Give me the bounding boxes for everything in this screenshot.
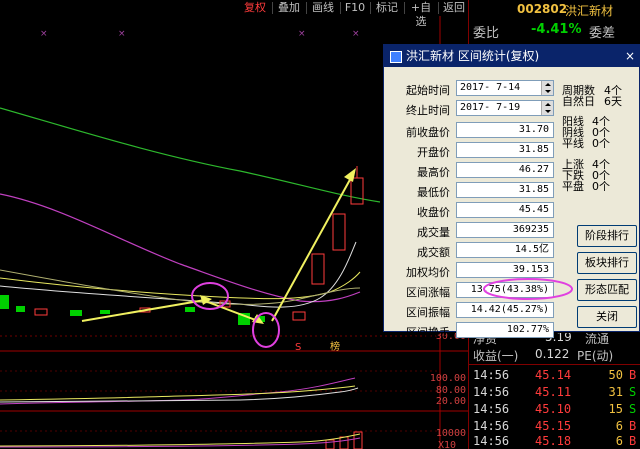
change-label: 区间涨幅 (406, 286, 450, 299)
event-marker: × (298, 29, 306, 39)
shou-yi-value: 0.122 (535, 347, 570, 361)
sector-rank-button[interactable]: 板块排行 (577, 252, 637, 274)
event-marker: × (352, 29, 360, 39)
amount-value: 14.5亿 (456, 242, 554, 258)
axis-scale-label: X10 (438, 440, 457, 449)
candle (34, 308, 48, 316)
candle (350, 177, 364, 205)
end-time-label: 终止时间 (406, 104, 450, 117)
dialog-title: 洪汇新材 区间统计(复权) (406, 49, 540, 63)
amplitude-label: 区间振幅 (406, 306, 450, 319)
draw-line-button[interactable]: 画线 (308, 1, 338, 15)
turnover-label: 区间换手 (406, 326, 450, 339)
turnover-value: 102.77% (456, 322, 554, 338)
trade-row: 14:56 45.18 6 B (473, 434, 637, 448)
prev-close-label: 前收盘价 (406, 126, 450, 139)
candle (0, 295, 9, 309)
candle (311, 253, 325, 285)
pattern-match-button[interactable]: 形态匹配 (577, 279, 637, 301)
candle (16, 306, 25, 312)
stock-name: 洪汇新材 (565, 4, 614, 18)
amount-label: 成交额 (417, 246, 450, 259)
sell-mark: S (295, 342, 301, 353)
flat-line-value: 0个 (592, 137, 610, 150)
candle (292, 311, 306, 321)
f10-button[interactable]: F10 (342, 1, 368, 15)
wei-bi-value: -4.41% (531, 22, 582, 37)
mark-button[interactable]: 标记 (372, 1, 402, 15)
flat-label: 平盘 (562, 180, 584, 193)
indicator-line-yellow (0, 385, 356, 401)
prev-close-value: 31.70 (456, 122, 554, 138)
end-time-input[interactable]: 2017- 7-19 (456, 100, 554, 116)
natural-days-label: 自然日 (562, 95, 595, 108)
close-icon[interactable]: × (625, 45, 635, 67)
liu-tong-label: 流通 (585, 332, 610, 346)
high-value: 46.27 (456, 162, 554, 178)
close-label: 收盘价 (417, 206, 450, 219)
ma-line-yellow (0, 271, 361, 300)
ma-line-purple (0, 193, 361, 303)
amplitude-value: 14.42(45.27%) (456, 302, 554, 318)
axis-vol-label: 10000 (435, 428, 466, 439)
volume-bar (339, 436, 349, 449)
wei-bi-label: 委比 (473, 26, 500, 41)
spin-up-icon[interactable] (541, 81, 553, 95)
close-value: 45.45 (456, 202, 554, 218)
chart-toolbar: 复权 叠加 画线 F10 标记 +自选 返回 (0, 0, 470, 28)
ma-line-olive (0, 269, 361, 305)
candle (70, 310, 82, 316)
rank-mark: 榜 (330, 340, 340, 353)
natural-days-value: 6天 (604, 95, 622, 108)
pe-label: PE(动) (577, 349, 614, 363)
overlay-button[interactable]: 叠加 (274, 1, 304, 15)
shou-yi-label: 收益(一) (473, 349, 519, 363)
axis-vol-label: 80.00 (435, 385, 466, 396)
flat-line-label: 平线 (562, 137, 584, 150)
close-button[interactable]: 关闭 (577, 306, 637, 328)
start-time-label: 起始时间 (406, 84, 450, 97)
event-marker: × (118, 29, 126, 39)
candle (185, 307, 195, 312)
open-label: 开盘价 (417, 146, 450, 159)
stock-code: 002802 (517, 2, 568, 16)
app-icon (390, 50, 402, 63)
open-value: 31.85 (456, 142, 554, 158)
axis-vol-label: 100.00 (429, 373, 466, 384)
spin-down-icon[interactable] (541, 101, 553, 115)
low-label: 最低价 (417, 186, 450, 199)
interval-stats-dialog: 洪汇新材 区间统计(复权) × 起始时间 2017- 7-14 终止时间 201… (383, 44, 640, 339)
magenta-circle-annotation (483, 278, 573, 300)
dialog-title-bar[interactable]: 洪汇新材 区间统计(复权) × (384, 45, 639, 67)
stage-rank-button[interactable]: 阶段排行 (577, 225, 637, 247)
back-button[interactable]: 返回 (440, 1, 468, 15)
low-value: 31.85 (456, 182, 554, 198)
vwap-label: 加权均价 (406, 266, 450, 279)
ma-line-green (0, 107, 381, 203)
add-watchlist-button[interactable]: +自选 (406, 1, 436, 28)
candle (100, 310, 110, 314)
fuquan-button[interactable]: 复权 (240, 1, 270, 15)
volume-bar (325, 439, 335, 449)
magenta-circle-annotation (252, 312, 280, 348)
volume-value: 369235 (456, 222, 554, 238)
high-label: 最高价 (417, 166, 450, 179)
yellow-arrow-annotation (271, 175, 353, 322)
flat-value: 0个 (592, 180, 610, 193)
event-marker: × (40, 29, 48, 39)
volume-label: 成交量 (417, 226, 450, 239)
start-time-input[interactable]: 2017- 7-14 (456, 80, 554, 96)
axis-vol-label: 20.00 (435, 396, 466, 407)
candle (332, 213, 346, 251)
wei-cha-label: 委差 (589, 26, 616, 41)
